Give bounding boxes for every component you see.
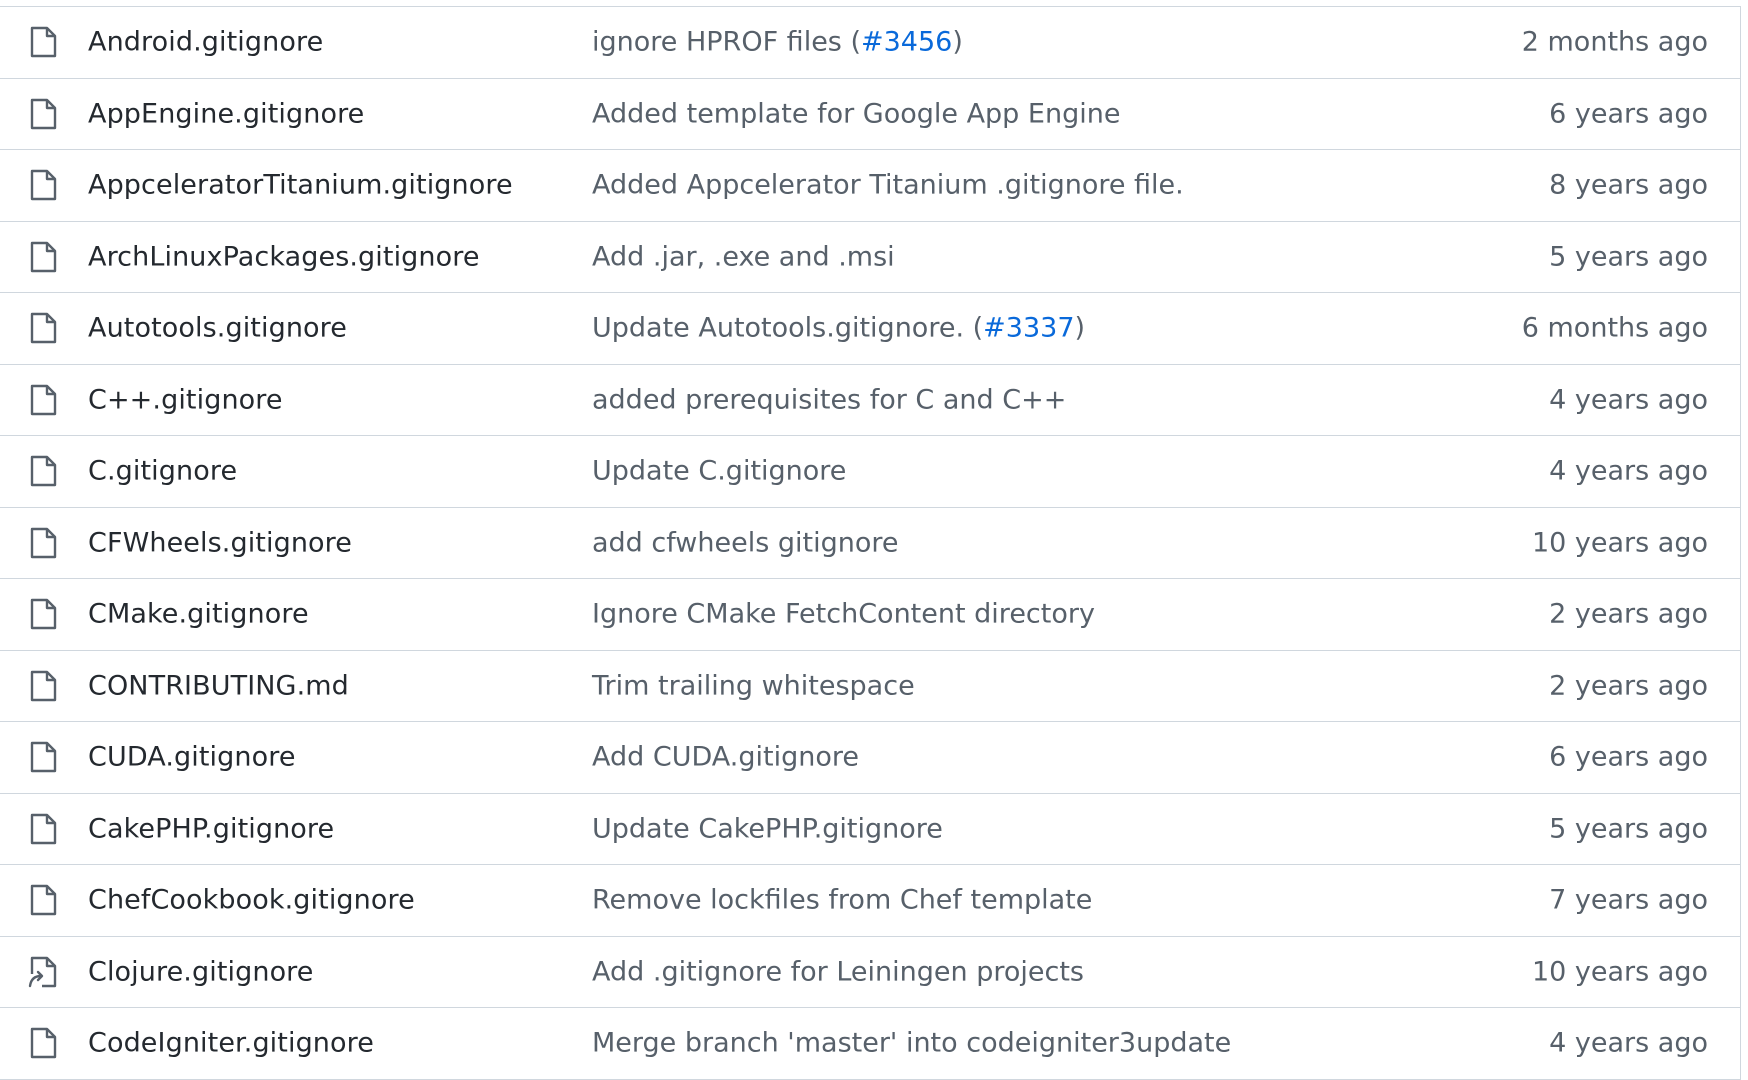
commit-message[interactable]: Update Autotools.gitignore. (#3337) (592, 313, 1085, 344)
file-name-link[interactable]: AppEngine.gitignore (88, 98, 364, 129)
file-row[interactable]: C.gitignore Update C.gitignore 4 years a… (0, 436, 1740, 508)
file-row[interactable]: Clojure.gitignore Add .gitignore for Lei… (0, 937, 1740, 1008)
commit-age: 7 years ago (1549, 884, 1708, 916)
file-row[interactable]: CFWheels.gitignore add cfwheels gitignor… (0, 508, 1740, 579)
commit-age: 6 months ago (1521, 312, 1708, 344)
file-name-link[interactable]: CFWheels.gitignore (88, 527, 352, 558)
file-name-link[interactable]: C.gitignore (88, 456, 237, 487)
commit-message[interactable]: Trim trailing whitespace (592, 670, 915, 701)
file-icon (30, 599, 57, 630)
commit-message[interactable]: Ignore CMake FetchContent directory (592, 599, 1095, 630)
file-row[interactable]: CONTRIBUTING.md Trim trailing whitespace… (0, 651, 1740, 722)
file-icon (30, 313, 57, 344)
file-name-link[interactable]: CMake.gitignore (88, 599, 309, 630)
commit-age: 5 years ago (1549, 241, 1708, 273)
file-icon (30, 527, 57, 558)
commit-age: 2 years ago (1549, 598, 1708, 630)
commit-message[interactable]: Add .jar, .exe and .msi (592, 241, 895, 272)
commit-age: 4 years ago (1549, 455, 1708, 487)
commit-age: 6 years ago (1549, 98, 1708, 130)
file-name-link[interactable]: CodeIgniter.gitignore (88, 1028, 374, 1059)
commit-age: 4 years ago (1549, 1027, 1708, 1059)
commit-message[interactable]: added prerequisites for C and C++ (592, 384, 1066, 415)
file-row[interactable]: ChefCookbook.gitignore Remove lockfiles … (0, 865, 1740, 937)
file-row[interactable]: CodeIgniter.gitignore Merge branch 'mast… (0, 1008, 1740, 1080)
file-icon (30, 742, 57, 773)
file-icon (30, 241, 57, 272)
file-row[interactable]: CMake.gitignore Ignore CMake FetchConten… (0, 579, 1740, 651)
commit-age: 6 years ago (1549, 741, 1708, 773)
commit-message[interactable]: add cfwheels gitignore (592, 527, 898, 558)
file-symlink-icon (28, 956, 57, 987)
commit-message[interactable]: Add CUDA.gitignore (592, 742, 859, 773)
commit-age: 8 years ago (1549, 169, 1708, 201)
file-name-link[interactable]: CakePHP.gitignore (88, 813, 334, 844)
file-row[interactable]: Autotools.gitignore Update Autotools.git… (0, 293, 1740, 365)
file-name-link[interactable]: Autotools.gitignore (88, 313, 347, 344)
file-row[interactable]: C++.gitignore added prerequisites for C … (0, 365, 1740, 436)
file-icon (30, 27, 57, 58)
file-row[interactable]: AppEngine.gitignore Added template for G… (0, 79, 1740, 150)
file-icon (30, 885, 57, 916)
file-icon (30, 384, 57, 415)
file-row[interactable]: Android.gitignore ignore HPROF files (#3… (0, 7, 1740, 79)
commit-message[interactable]: Update CakePHP.gitignore (592, 813, 943, 844)
commit-age: 2 months ago (1521, 26, 1708, 58)
file-icon (30, 1028, 57, 1059)
pull-request-link[interactable]: #3456 (861, 27, 952, 58)
commit-message[interactable]: Remove lockfiles from Chef template (592, 885, 1092, 916)
commit-age: 2 years ago (1549, 670, 1708, 702)
file-list: Android.gitignore ignore HPROF files (#3… (0, 6, 1741, 1080)
commit-age: 4 years ago (1549, 384, 1708, 416)
commit-age: 5 years ago (1549, 813, 1708, 845)
file-name-link[interactable]: AppceleratorTitanium.gitignore (88, 170, 513, 201)
file-row[interactable]: ArchLinuxPackages.gitignore Add .jar, .e… (0, 222, 1740, 293)
commit-message[interactable]: ignore HPROF files (#3456) (592, 27, 963, 58)
file-name-link[interactable]: Android.gitignore (88, 27, 323, 58)
commit-message[interactable]: Add .gitignore for Leiningen projects (592, 956, 1084, 987)
file-row[interactable]: AppceleratorTitanium.gitignore Added App… (0, 150, 1740, 222)
file-name-link[interactable]: C++.gitignore (88, 384, 283, 415)
commit-message[interactable]: Added Appcelerator Titanium .gitignore f… (592, 170, 1184, 201)
file-name-link[interactable]: ChefCookbook.gitignore (88, 885, 415, 916)
commit-message[interactable]: Update C.gitignore (592, 456, 846, 487)
file-row[interactable]: CakePHP.gitignore Update CakePHP.gitigno… (0, 794, 1740, 865)
file-icon (30, 170, 57, 201)
commit-message[interactable]: Merge branch 'master' into codeigniter3u… (592, 1028, 1231, 1059)
file-name-link[interactable]: CUDA.gitignore (88, 742, 296, 773)
commit-age: 10 years ago (1531, 956, 1708, 988)
file-name-link[interactable]: Clojure.gitignore (88, 956, 314, 987)
file-icon (30, 456, 57, 487)
file-icon (30, 670, 57, 701)
file-name-link[interactable]: ArchLinuxPackages.gitignore (88, 241, 480, 272)
pull-request-link[interactable]: #3337 (983, 313, 1074, 344)
file-row[interactable]: CUDA.gitignore Add CUDA.gitignore 6 year… (0, 722, 1740, 794)
file-icon (30, 813, 57, 844)
file-icon (30, 98, 57, 129)
commit-message[interactable]: Added template for Google App Engine (592, 98, 1120, 129)
commit-age: 10 years ago (1531, 527, 1708, 559)
file-name-link[interactable]: CONTRIBUTING.md (88, 670, 349, 701)
